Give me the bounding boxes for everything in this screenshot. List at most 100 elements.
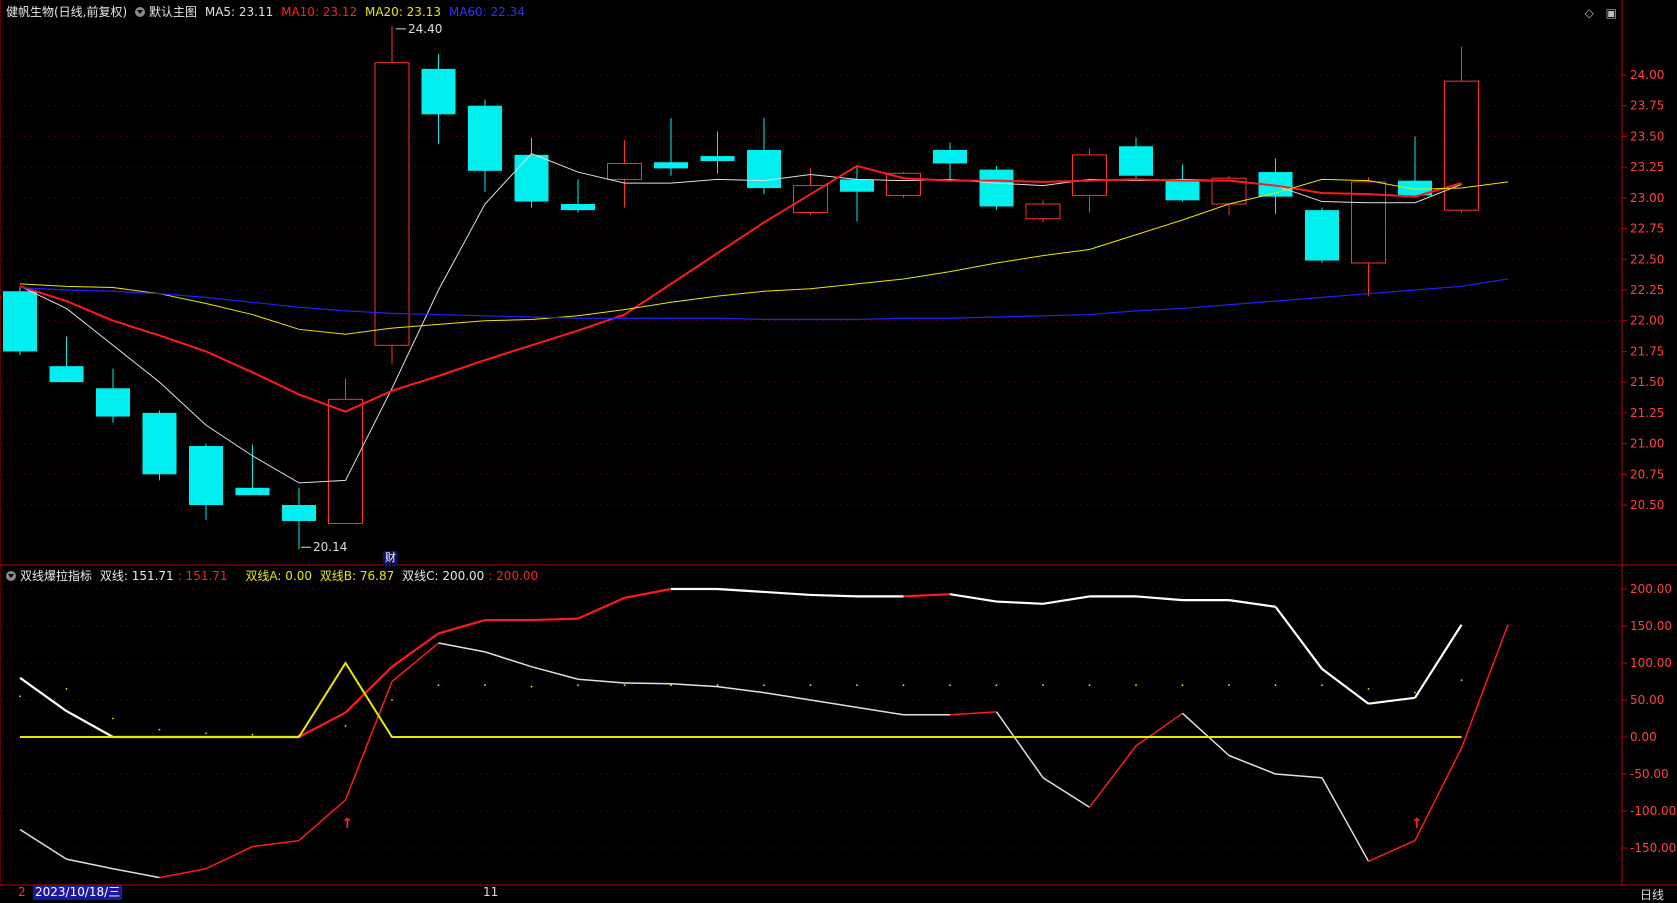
ma-line-ma20 — [19, 178, 1509, 335]
candle-body — [468, 105, 502, 171]
line-b-dot — [391, 699, 393, 701]
candle-body — [747, 149, 781, 189]
candle — [421, 54, 456, 144]
candle-body — [49, 366, 84, 383]
ma10-label: MA10: 23.12 — [281, 5, 358, 19]
line-double — [903, 593, 951, 598]
candle-body — [328, 398, 363, 524]
y-tick-label: 23.50 — [1630, 129, 1664, 143]
candle-body — [142, 412, 177, 475]
line-b-dot — [530, 685, 533, 688]
candle-body — [700, 156, 735, 161]
candle — [840, 167, 874, 222]
line-double — [1135, 595, 1183, 602]
line-b-dot — [205, 732, 207, 735]
y-tick-label: 50.00 — [1630, 693, 1664, 707]
y-tick-label: -50.00 — [1630, 767, 1669, 781]
ma-line-ma60 — [19, 278, 1509, 321]
line-c — [1321, 777, 1370, 862]
candle — [1398, 136, 1432, 197]
sub-chart-header: 双线爆拉指标 双线: 151.71: 151.71 双线A: 0.00 双线B:… — [6, 569, 542, 583]
y-tick-label: 21.00 — [1630, 437, 1664, 451]
line-c — [484, 651, 532, 668]
y-tick-label: 23.75 — [1630, 99, 1664, 113]
y-tick-label: -150.00 — [1630, 841, 1676, 855]
line-c — [298, 799, 346, 842]
line-c-red-value: : 200.00 — [488, 569, 539, 583]
line-c — [995, 711, 1044, 779]
line-b-dot — [1321, 684, 1323, 687]
kline-chart[interactable]: 20.50 20.75 21.00 21.25 21.50 21.75 22.00 22.25… — [0, 0, 1677, 901]
line-b-dot — [1181, 684, 1184, 687]
y-tick-label: 22.75 — [1630, 222, 1664, 236]
cursor-date: 2023/10/18/三 — [33, 885, 123, 900]
y-tick-label: 150.00 — [1630, 619, 1672, 633]
candle — [235, 444, 270, 496]
line-c — [1275, 773, 1323, 779]
line-c — [112, 867, 160, 879]
line-double — [531, 617, 579, 622]
main-chart-header: 健帆生物(日线,前复权) 默认主图 MA5: 23.11 MA10: 23.12… — [6, 5, 529, 19]
indicator-name[interactable]: 双线爆拉指标 — [20, 569, 92, 583]
candle — [1119, 137, 1153, 179]
candle — [96, 368, 130, 423]
candle-body — [840, 179, 874, 192]
dropdown-icon[interactable] — [6, 571, 16, 581]
y-tick-label: 200.00 — [1630, 582, 1672, 596]
line-b-dot — [1088, 684, 1091, 687]
candle-body — [1444, 80, 1479, 211]
candle — [49, 336, 84, 383]
candle-body — [654, 162, 688, 169]
y-tick-label: 22.50 — [1630, 252, 1664, 266]
candle-body — [282, 505, 316, 521]
stock-title: 健帆生物(日线,前复权) — [6, 5, 128, 19]
line-b-dot — [1274, 684, 1277, 687]
candle — [514, 137, 549, 208]
y-tick-label: 20.50 — [1630, 498, 1664, 512]
line-double — [65, 710, 114, 738]
line-b-dot — [251, 733, 254, 736]
y-tick-label: 21.25 — [1630, 406, 1664, 420]
candle-body — [561, 204, 595, 211]
candle-body — [514, 154, 549, 202]
diamond-icon[interactable]: ◇ — [1585, 6, 1594, 20]
line-b-dot — [902, 684, 905, 687]
candle — [933, 142, 967, 182]
dropdown-icon[interactable] — [135, 7, 146, 17]
line-b-dot — [670, 684, 672, 687]
line-double — [624, 587, 672, 599]
template-label[interactable]: 默认主图 — [149, 5, 197, 19]
line-b-dot — [949, 684, 951, 687]
line-b-dot — [995, 684, 998, 687]
line-b-dot — [437, 684, 440, 687]
candle — [328, 378, 363, 524]
left-mark: 2 — [18, 885, 26, 899]
line-double — [1414, 624, 1463, 699]
buy-arrow: ↑ — [342, 816, 354, 832]
max-label: 24.40 — [408, 22, 442, 36]
period-label[interactable]: 日线 — [1640, 886, 1664, 903]
line-double — [1042, 595, 1090, 605]
candle — [979, 165, 1014, 211]
candle — [1025, 200, 1061, 223]
line-c — [252, 839, 300, 848]
line-c — [1042, 777, 1090, 808]
line-c — [1460, 624, 1509, 749]
line-double — [19, 676, 68, 712]
line-b-dot — [577, 684, 579, 687]
candle-body — [235, 487, 270, 496]
candle — [142, 410, 177, 481]
month-mark: 11 — [483, 885, 499, 899]
line-b-dot — [344, 725, 347, 727]
ma60-label: MA60: 22.34 — [448, 5, 525, 19]
line-c — [624, 682, 672, 685]
line-red-value: : 151.71 — [177, 569, 228, 583]
line-double — [949, 593, 997, 603]
candle-body — [1025, 203, 1061, 220]
line-b-dot — [716, 684, 719, 687]
line-b-dot — [1460, 679, 1463, 682]
finance-marker[interactable]: 财 — [383, 551, 398, 565]
buy-arrow: ↑ — [1411, 816, 1423, 832]
line-double — [996, 600, 1044, 605]
restore-icon[interactable]: ▣ — [1606, 6, 1617, 20]
